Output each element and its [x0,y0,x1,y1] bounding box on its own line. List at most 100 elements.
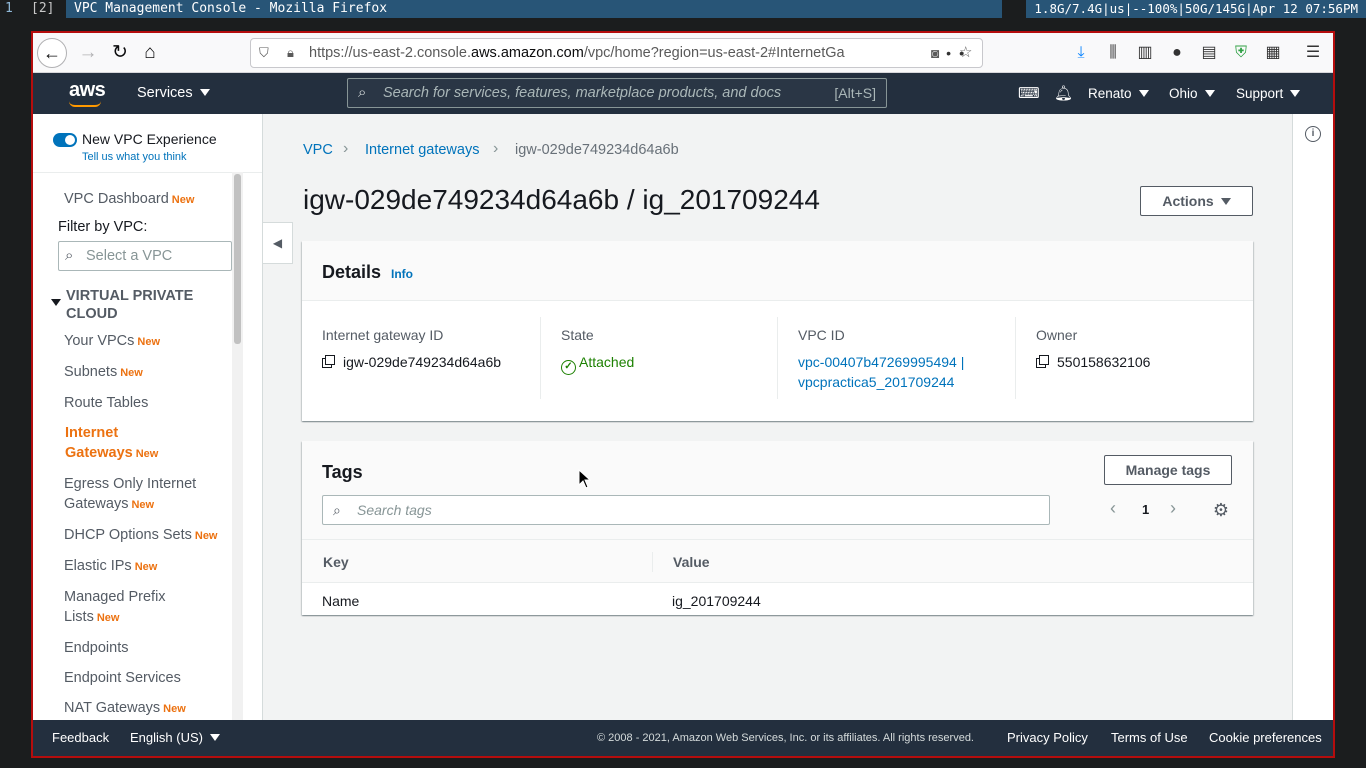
search-shortcut: [Alt+S] [834,85,876,101]
column-header-key[interactable]: Key [323,554,349,570]
browser-window: ← → ↻ ⌂ ⛉ 🔒︎ https://us-east-2.console.a… [31,31,1335,758]
chevron-down-icon [1204,89,1215,97]
caret-down-icon [209,734,220,742]
sidebar-item-your-vpcs[interactable]: Your VPCs New [64,331,234,352]
url-bar[interactable]: ⛉ 🔒︎ https://us-east-2.console.aws.amazo… [250,38,983,68]
tags-panel: Tags Manage tags ⌕ Search tags ‹ 1 › ⚙ K… [302,441,1253,615]
column-header-value[interactable]: Value [673,554,710,570]
workspace-1-button[interactable]: 1 [0,0,22,18]
page-number[interactable]: 1 [1142,500,1149,520]
sidebar: New VPC Experience Tell us what you thin… [33,114,263,720]
search-input[interactable]: ⌕ Search for services, features, marketp… [347,78,887,108]
info-icon[interactable]: i [1305,126,1321,142]
feedback-link[interactable]: Tell us what you think [82,151,187,163]
language-selector[interactable]: English (US) [130,720,220,756]
caret-down-icon[interactable] [51,299,61,306]
owner-label: Owner [1036,327,1078,343]
browser-toolbar: ← → ↻ ⌂ ⛉ 🔒︎ https://us-east-2.console.a… [33,33,1333,73]
chevron-right-icon: › [493,140,499,157]
next-page-icon[interactable]: › [1170,498,1176,518]
notifications-bell-icon[interactable]: 🔔︎ [1054,73,1073,114]
lock-icon[interactable]: 🔒︎ [287,39,294,67]
workspace-2-button[interactable]: [2] [26,0,62,18]
new-experience-toggle[interactable] [53,133,77,147]
footer: Feedback English (US) © 2008 - 2021, Ama… [33,720,1333,756]
library-icon[interactable]: ⫼ [1099,38,1127,68]
terms-of-use-link[interactable]: Terms of Use [1111,720,1188,756]
sidebar-item-endpoints[interactable]: Endpoints [64,638,234,658]
owner-field: Owner 550158632106 [1036,317,1246,399]
tracking-shield-icon[interactable]: ⛉ [259,39,269,67]
back-button[interactable]: ← [37,38,67,68]
igw-id-field: Internet gateway ID igw-029de749234d64a6… [322,317,532,399]
new-experience-label: New VPC Experience [82,131,217,147]
reader-icon[interactable]: ▤ [1195,38,1223,68]
copy-icon[interactable] [322,355,335,368]
user-menu[interactable]: Renato [1088,73,1149,114]
support-menu[interactable]: Support [1236,73,1301,114]
info-link[interactable]: Info [391,267,413,281]
igw-id-value: igw-029de749234d64a6b [322,352,501,372]
manage-tags-button[interactable]: Manage tags [1104,455,1232,485]
downloads-icon[interactable]: ⤓ [1067,38,1095,68]
sidebar-item-subnets[interactable]: Subnets New [64,362,234,383]
column-resizer[interactable] [652,552,653,572]
system-status: 1.8G/7.4G|us|--100%|50G/145G|Apr 12 07:5… [1026,0,1366,18]
help-panel-rail: i [1292,114,1333,720]
bookmark-star-icon[interactable]: ☆ [959,39,972,67]
sidebar-item-elastic-ips[interactable]: Elastic IPs New [64,556,234,577]
state-field: State ✓ Attached [561,317,771,399]
region-menu[interactable]: Ohio [1169,73,1215,114]
actions-button[interactable]: Actions [1140,186,1253,216]
sidebar-item-vpc-dashboard[interactable]: VPC Dashboard New [64,189,234,210]
home-button[interactable]: ⌂ [135,38,165,68]
tags-search-input[interactable]: ⌕ Search tags [322,495,1050,525]
tags-header: Tags Manage tags ⌕ Search tags ‹ 1 › ⚙ [302,441,1253,539]
check-circle-icon: ✓ [561,360,576,375]
previous-page-icon[interactable]: ‹ [1110,498,1116,518]
sidebar-item-internet-gateways[interactable]: Internet Gateways New [65,423,185,464]
sidebar-toggle-icon[interactable]: ▥ [1131,38,1159,68]
breadcrumb-internet-gateways[interactable]: Internet gateways [365,142,479,158]
hamburger-menu-icon[interactable]: ☰ [1299,38,1327,68]
chevron-down-icon [1138,89,1149,97]
tags-search-placeholder: Search tags [357,502,432,518]
cookie-preferences-link[interactable]: Cookie preferences [1209,720,1322,756]
collapse-sidebar-button[interactable]: ◀ [263,222,293,264]
owner-value: 550158632106 [1036,352,1150,372]
services-menu[interactable]: Services [137,73,210,114]
vpc-id-link[interactable]: vpc-00407b47269995494 | vpcpractica5_2017… [798,352,964,392]
breadcrumb-vpc[interactable]: VPC [303,142,333,158]
details-panel: Details Info Internet gateway ID igw-029… [302,241,1253,421]
url-text[interactable]: https://us-east-2.console.aws.amazon.com… [309,39,899,67]
reload-button[interactable]: ↻ [105,38,135,68]
sidebar-item-endpoint-services[interactable]: Endpoint Services [64,668,234,688]
sidebar-item-dhcp-options[interactable]: DHCP Options Sets New [64,525,239,546]
copy-icon[interactable] [1036,355,1049,368]
forward-button[interactable]: → [73,38,103,68]
sidebar-item-nat-gateways[interactable]: NAT Gateways New [64,698,234,719]
chevron-down-icon [199,88,210,96]
account-icon[interactable]: ● [1163,38,1191,68]
pocket-icon[interactable]: ◙ [931,39,939,67]
chevron-down-icon [1290,89,1301,97]
cloudshell-icon[interactable]: ⌨ [1018,73,1040,114]
sidebar-scrollbar[interactable] [234,174,241,344]
section-header-vpc[interactable]: VIRTUAL PRIVATE CLOUD [66,287,226,323]
sidebar-item-prefix-lists[interactable]: Managed Prefix Lists New [64,587,184,628]
divider [777,317,778,399]
vpc-filter-select[interactable]: ⌕ Select a VPC [58,241,232,271]
sidebar-item-route-tables[interactable]: Route Tables [64,393,234,413]
table-cell-value: ig_201709244 [672,593,761,609]
page-body: New VPC Experience Tell us what you thin… [33,114,1333,720]
privacy-policy-link[interactable]: Privacy Policy [1007,720,1088,756]
feedback-button[interactable]: Feedback [52,720,109,756]
extensions-grid-icon[interactable]: ▦ [1259,38,1287,68]
extension-shield-icon[interactable]: ⛨ [1227,38,1255,68]
gear-icon[interactable]: ⚙ [1212,501,1230,519]
details-title: Details [322,262,382,282]
sidebar-item-egress-only-gateways[interactable]: Egress Only Internet Gateways New [64,474,234,515]
aws-logo[interactable]: aws [69,79,106,102]
search-icon: ⌕ [358,84,367,101]
vpc-id-label: VPC ID [798,327,845,343]
